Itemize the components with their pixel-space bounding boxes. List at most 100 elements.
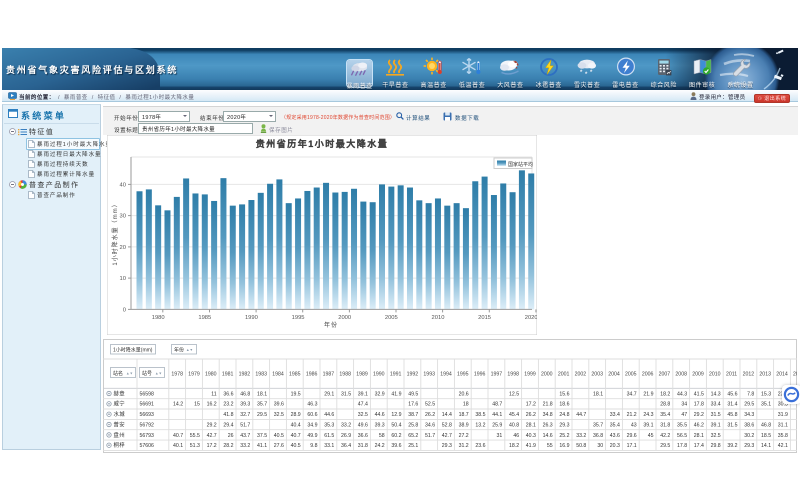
svg-text:1983: 1983 [255, 372, 267, 378]
svg-text:25.9: 25.9 [492, 422, 502, 428]
svg-text:35.3: 35.3 [324, 422, 334, 428]
svg-text:1995: 1995 [292, 315, 305, 321]
svg-text:51.7: 51.7 [240, 422, 250, 428]
svg-text:45.8: 45.8 [727, 412, 737, 418]
svg-text:40.5: 40.5 [291, 443, 301, 449]
svg-text:46.8: 46.8 [240, 391, 250, 397]
svg-text:1986: 1986 [306, 372, 318, 378]
svg-text:1小时降水量（mm）: 1小时降水量（mm） [111, 200, 119, 265]
svg-text:17.2: 17.2 [526, 402, 536, 408]
svg-text:2003: 2003 [591, 372, 603, 378]
svg-text:21.9: 21.9 [643, 391, 653, 397]
svg-text:26.3: 26.3 [543, 422, 553, 428]
svg-text:15.6: 15.6 [559, 391, 569, 397]
svg-text:56793: 56793 [140, 433, 155, 439]
svg-text:26.2: 26.2 [526, 412, 536, 418]
svg-text:31.8: 31.8 [660, 422, 670, 428]
svg-text:56691: 56691 [140, 402, 155, 408]
svg-text:1992: 1992 [407, 372, 419, 378]
svg-text:21.2: 21.2 [627, 412, 637, 418]
svg-text:39.1: 39.1 [711, 422, 721, 428]
svg-text:32.9: 32.9 [375, 391, 385, 397]
svg-text:31.2: 31.2 [459, 443, 469, 449]
svg-text:1982: 1982 [239, 372, 251, 378]
svg-text:1990: 1990 [245, 315, 258, 321]
svg-text:12.9: 12.9 [391, 412, 401, 418]
svg-text:47: 47 [681, 412, 687, 418]
svg-text:40.3: 40.3 [526, 433, 536, 439]
svg-text:17.8: 17.8 [677, 443, 687, 449]
svg-text:35.7: 35.7 [257, 402, 267, 408]
svg-text:39.2: 39.2 [727, 443, 737, 449]
svg-text:28.8: 28.8 [660, 402, 670, 408]
svg-text:2004: 2004 [608, 372, 620, 378]
svg-text:19.5: 19.5 [291, 391, 301, 397]
svg-text:29.1: 29.1 [324, 391, 334, 397]
svg-text:41.8: 41.8 [223, 412, 233, 418]
svg-text:1987: 1987 [323, 372, 335, 378]
svg-text:20: 20 [120, 245, 126, 251]
svg-text:55.5: 55.5 [190, 433, 200, 439]
svg-text:34.6: 34.6 [425, 422, 435, 428]
svg-text:1979: 1979 [188, 372, 200, 378]
svg-text:44.7: 44.7 [576, 412, 586, 418]
svg-text:40: 40 [120, 182, 126, 188]
svg-text:56792: 56792 [140, 422, 155, 428]
svg-text:1999: 1999 [524, 372, 536, 378]
svg-text:1998: 1998 [507, 372, 519, 378]
svg-text:18.2: 18.2 [660, 391, 670, 397]
svg-text:43.7: 43.7 [240, 433, 250, 439]
svg-text:17.4: 17.4 [694, 443, 704, 449]
svg-text:桐梓: 桐梓 [114, 441, 126, 449]
svg-text:45: 45 [648, 433, 654, 439]
svg-text:33.2: 33.2 [341, 422, 351, 428]
svg-text:38.9: 38.9 [459, 422, 469, 428]
svg-text:41.1: 41.1 [257, 443, 267, 449]
svg-text:盘州: 盘州 [114, 431, 125, 439]
svg-text:29.3: 29.3 [559, 422, 569, 428]
svg-text:威宁: 威宁 [114, 400, 125, 408]
svg-text:28.2: 28.2 [223, 443, 233, 449]
svg-text:2005: 2005 [625, 372, 637, 378]
svg-text:44.6: 44.6 [375, 412, 385, 418]
svg-text:51.3: 51.3 [190, 443, 200, 449]
svg-text:25.1: 25.1 [408, 443, 418, 449]
svg-text:2011: 2011 [726, 372, 737, 378]
svg-text:32.5: 32.5 [274, 412, 284, 418]
svg-text:24.2: 24.2 [375, 443, 385, 449]
svg-text:17.2: 17.2 [207, 443, 217, 449]
svg-text:24.3: 24.3 [643, 412, 653, 418]
svg-text:46.2: 46.2 [694, 422, 704, 428]
svg-text:2000: 2000 [338, 315, 351, 321]
svg-text:36.8: 36.8 [593, 433, 603, 439]
svg-text:34.8: 34.8 [543, 412, 553, 418]
svg-text:14.3: 14.3 [711, 391, 721, 397]
svg-text:36.4: 36.4 [341, 443, 351, 449]
svg-text:34.3: 34.3 [744, 412, 754, 418]
svg-text:42.2: 42.2 [660, 433, 670, 439]
svg-text:47.4: 47.4 [358, 402, 368, 408]
svg-text:41.9: 41.9 [391, 391, 401, 397]
svg-text:52.5: 52.5 [425, 402, 435, 408]
svg-text:2009: 2009 [692, 372, 704, 378]
svg-text:31.5: 31.5 [711, 412, 721, 418]
svg-text:26.9: 26.9 [341, 433, 351, 439]
svg-text:28.1: 28.1 [526, 422, 536, 428]
svg-text:33.4: 33.4 [711, 402, 721, 408]
svg-text:1996: 1996 [474, 372, 486, 378]
svg-text:29.5: 29.5 [660, 443, 670, 449]
svg-text:▲▼: ▲▼ [186, 348, 193, 352]
svg-text:37.5: 37.5 [257, 433, 267, 439]
svg-text:35.4: 35.4 [610, 422, 620, 428]
svg-text:2010: 2010 [709, 372, 721, 378]
svg-text:年份: 年份 [324, 321, 338, 329]
svg-text:贵州省历年1小时最大降水量: 贵州省历年1小时最大降水量 [256, 138, 389, 149]
svg-text:▲▼: ▲▼ [126, 372, 133, 376]
svg-text:*: * [590, 70, 593, 76]
svg-text:2015: 2015 [478, 315, 491, 321]
svg-text:65.2: 65.2 [408, 433, 418, 439]
svg-text:水城: 水城 [114, 410, 126, 418]
svg-text:46.8: 46.8 [761, 422, 771, 428]
svg-text:17.6: 17.6 [408, 402, 418, 408]
svg-text:52.8: 52.8 [442, 422, 452, 428]
